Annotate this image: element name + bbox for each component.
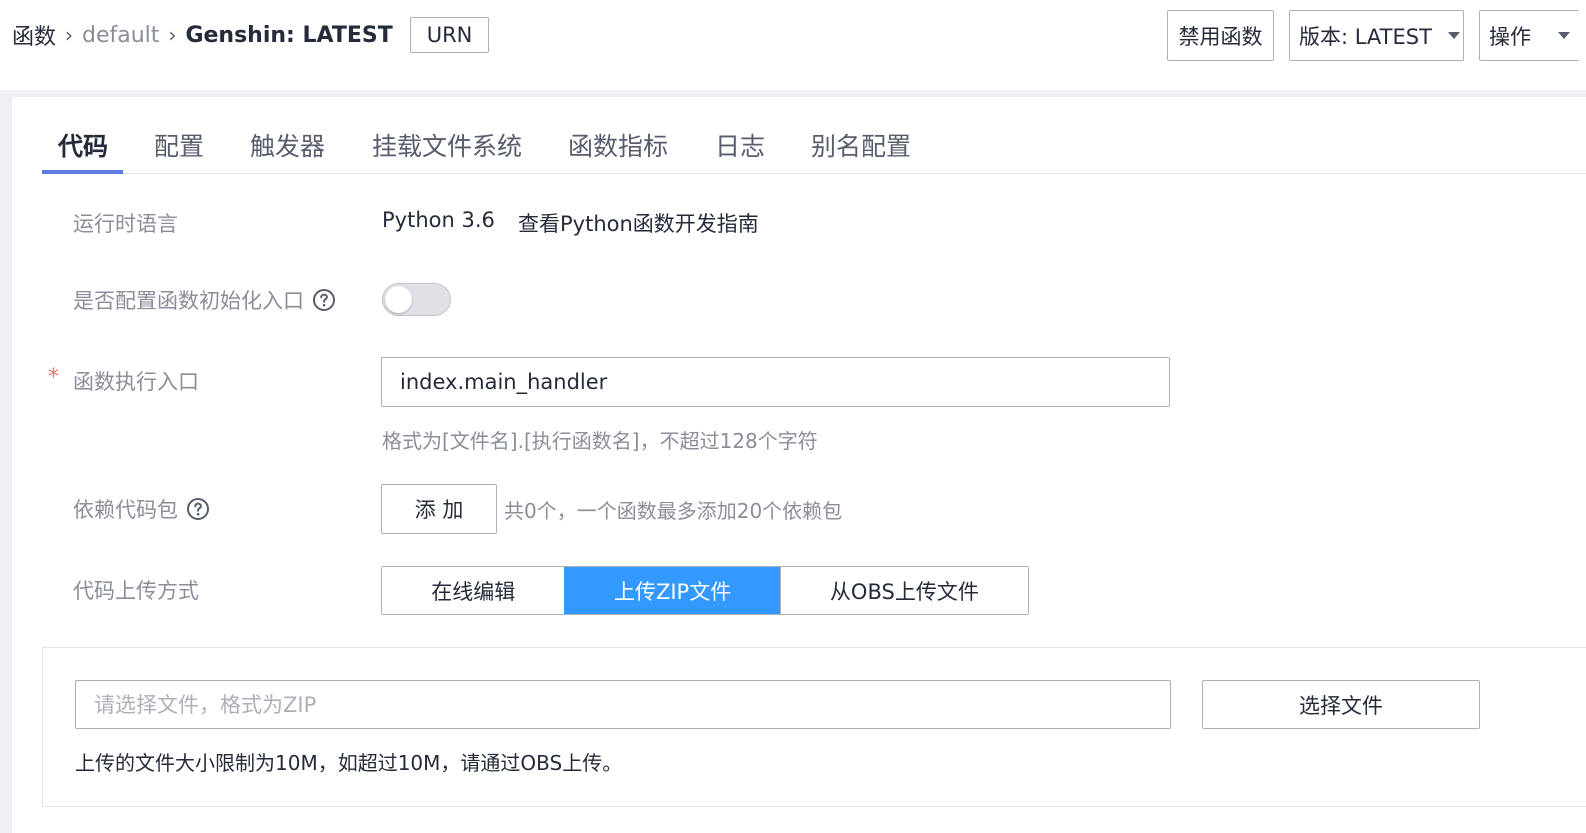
active-tab-indicator	[42, 170, 123, 174]
add-dependency-button[interactable]: 添 加	[381, 484, 497, 534]
breadcrumb: 函数 › default › Genshin: LATEST URN	[12, 17, 490, 53]
caret-down-icon	[1447, 32, 1460, 39]
tab-mount-filesystem[interactable]: 挂载文件系统	[372, 127, 522, 163]
runtime-label-text: 运行时语言	[73, 212, 178, 236]
breadcrumb-app-link[interactable]: default	[82, 23, 159, 48]
disable-function-label: 禁用函数	[1178, 24, 1263, 49]
page-header: 函数 › default › Genshin: LATEST URN 禁用函数 …	[0, 0, 1586, 90]
handler-label: 函数执行入口	[73, 364, 199, 398]
dependencies-info: 共0个，一个函数最多添加20个依赖包	[504, 499, 843, 523]
version-select[interactable]: 版本: LATEST	[1289, 10, 1464, 61]
toggle-knob	[385, 286, 412, 313]
actions-select-value: 操作	[1489, 24, 1531, 49]
upload-method-online-edit[interactable]: 在线编辑	[382, 567, 565, 614]
choose-file-button[interactable]: 选择文件	[1202, 680, 1480, 729]
dependencies-label: 依赖代码包	[73, 492, 210, 526]
init-entry-toggle[interactable]	[382, 283, 451, 316]
tab-triggers[interactable]: 触发器	[250, 127, 325, 163]
required-mark: *	[48, 365, 59, 390]
tab-config[interactable]: 配置	[154, 127, 204, 163]
tab-logs[interactable]: 日志	[715, 127, 765, 163]
chevron-right-icon: ›	[168, 23, 177, 47]
urn-button[interactable]: URN	[409, 17, 490, 53]
init-entry-label: 是否配置函数初始化入口	[73, 283, 336, 317]
disable-function-button[interactable]: 禁用函数	[1167, 10, 1274, 61]
upload-method-label: 代码上传方式	[73, 573, 199, 607]
help-icon[interactable]	[312, 288, 336, 312]
runtime-value: Python 3.6	[382, 208, 495, 232]
dependencies-label-text: 依赖代码包	[73, 498, 178, 522]
tab-code[interactable]: 代码	[58, 127, 108, 163]
upload-method-selector: 在线编辑 上传ZIP文件 从OBS上传文件	[381, 566, 1029, 615]
code-panel: 代码 配置 触发器 挂载文件系统 函数指标 日志 别名配置 运行时语言 Pyth…	[12, 97, 1586, 833]
init-entry-label-text: 是否配置函数初始化入口	[73, 289, 304, 313]
python-guide-link[interactable]: 查看Python函数开发指南	[518, 208, 759, 238]
chevron-right-icon: ›	[65, 23, 74, 47]
page-title: Genshin: LATEST	[185, 22, 393, 48]
zip-file-path-input[interactable]	[75, 680, 1171, 729]
tab-alias-config[interactable]: 别名配置	[811, 127, 911, 163]
handler-label-text: 函数执行入口	[73, 370, 199, 394]
help-icon[interactable]	[186, 497, 210, 521]
upload-method-zip[interactable]: 上传ZIP文件	[564, 567, 780, 614]
tab-metrics[interactable]: 函数指标	[568, 127, 668, 163]
upload-size-note: 上传的文件大小限制为10M，如超过10M，请通过OBS上传。	[75, 751, 623, 775]
caret-down-icon	[1558, 32, 1570, 39]
breadcrumb-functions-link[interactable]: 函数	[12, 19, 56, 51]
tab-bar: 代码 配置 触发器 挂载文件系统 函数指标 日志 别名配置	[42, 97, 1586, 174]
zip-upload-area: 选择文件 上传的文件大小限制为10M，如超过10M，请通过OBS上传。	[42, 647, 1586, 807]
version-select-value: 版本: LATEST	[1299, 24, 1432, 49]
upload-method-label-text: 代码上传方式	[73, 579, 199, 603]
handler-hint: 格式为[文件名].[执行函数名]，不超过128个字符	[382, 429, 818, 453]
upload-method-obs[interactable]: 从OBS上传文件	[779, 567, 1028, 614]
actions-select[interactable]: 操作	[1479, 10, 1579, 61]
runtime-label: 运行时语言	[73, 206, 178, 240]
handler-input[interactable]	[381, 357, 1170, 407]
